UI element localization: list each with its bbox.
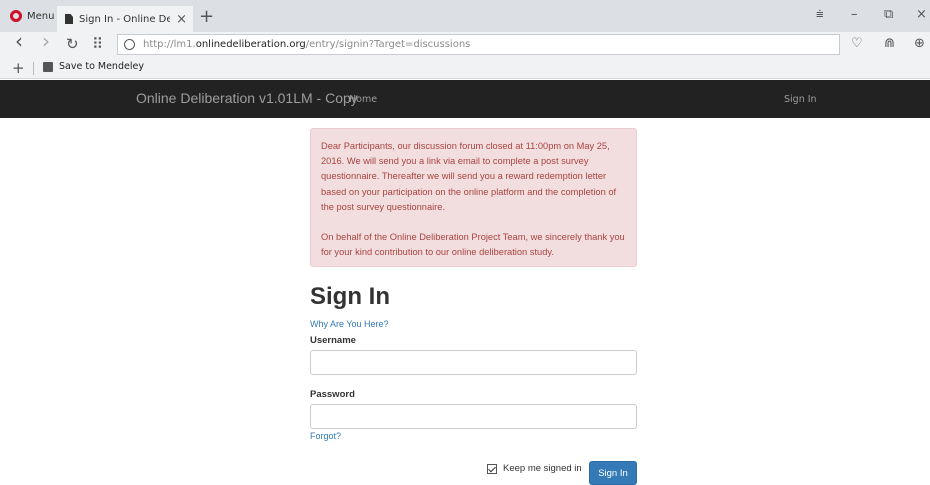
keep-signed-in-checkbox[interactable]: Keep me signed in bbox=[487, 463, 582, 474]
tab-title: Sign In - Online Deliberatio bbox=[79, 13, 171, 25]
site-navbar: Online Deliberation v1.01LM - Copy Home … bbox=[0, 80, 930, 118]
news-icon[interactable]: ⋒ bbox=[884, 36, 895, 52]
add-bookmark-icon[interactable]: + bbox=[12, 58, 25, 78]
keep-signed-in-label: Keep me signed in bbox=[503, 463, 582, 474]
username-field[interactable] bbox=[310, 350, 637, 375]
bookmark-divider bbox=[33, 62, 34, 75]
forgot-password-link[interactable]: Forgot? bbox=[310, 431, 341, 441]
password-field[interactable] bbox=[310, 404, 637, 429]
bookmark-mendeley[interactable]: Save to Mendeley bbox=[43, 61, 144, 72]
nav-home-link[interactable]: Home bbox=[349, 94, 377, 105]
password-label: Password bbox=[310, 389, 355, 400]
speed-dial-icon[interactable]: ⠿ bbox=[92, 35, 103, 53]
url-prefix: http://lm1. bbox=[143, 39, 196, 50]
closure-alert: Dear Participants, our discussion forum … bbox=[310, 128, 637, 267]
restore-icon[interactable]: ⧉ bbox=[884, 8, 893, 22]
close-window-icon[interactable]: × bbox=[916, 8, 927, 22]
alert-paragraph-1: Dear Participants, our discussion forum … bbox=[321, 141, 617, 212]
globe-icon bbox=[124, 39, 135, 50]
browser-tab-strip: Menu Sign In - Online Deliberatio × + ⩧ … bbox=[0, 0, 930, 32]
nav-signin-link[interactable]: Sign In bbox=[784, 94, 817, 105]
reload-icon[interactable]: ↻ bbox=[66, 35, 79, 53]
document-icon bbox=[65, 14, 73, 24]
forward-icon[interactable]: › bbox=[42, 31, 50, 51]
site-brand[interactable]: Online Deliberation v1.01LM - Copy bbox=[136, 90, 358, 106]
mendeley-icon bbox=[43, 61, 53, 72]
new-tab-icon[interactable]: + bbox=[199, 6, 214, 28]
tab-menu-icon[interactable]: ⩧ bbox=[816, 8, 824, 22]
heart-icon[interactable]: ♡ bbox=[851, 36, 863, 52]
url-path: /entry/signin?Target=discussions bbox=[305, 39, 471, 50]
username-label: Username bbox=[310, 335, 356, 346]
url-field[interactable]: http://lm1. onlinedeliberation.org/entry/… bbox=[117, 34, 840, 55]
browser-menu-button[interactable]: Menu bbox=[0, 0, 57, 32]
minimize-icon[interactable]: – bbox=[851, 8, 858, 22]
opera-logo-icon bbox=[10, 10, 22, 22]
browser-tab[interactable]: Sign In - Online Deliberatio × bbox=[57, 6, 193, 32]
tab-close-icon[interactable]: × bbox=[170, 12, 193, 27]
sign-in-button[interactable]: Sign In bbox=[589, 461, 637, 485]
back-icon[interactable]: ‹ bbox=[15, 31, 23, 51]
download-icon[interactable]: ⊕ bbox=[914, 36, 925, 52]
url-domain: onlinedeliberation.org bbox=[195, 39, 306, 50]
bookmark-label: Save to Mendeley bbox=[59, 61, 144, 72]
why-are-you-here-link[interactable]: Why Are You Here? bbox=[310, 319, 389, 329]
bookmarks-bar: + Save to Mendeley bbox=[0, 58, 930, 79]
address-bar-row: ‹ › ↻ ⠿ http://lm1. onlinedeliberation.or… bbox=[0, 31, 930, 58]
checkbox-checked-icon[interactable] bbox=[487, 463, 497, 474]
page-title: Sign In bbox=[310, 283, 390, 310]
browser-menu-label: Menu bbox=[27, 10, 55, 22]
alert-paragraph-2: On behalf of the Online Deliberation Pro… bbox=[321, 232, 625, 258]
